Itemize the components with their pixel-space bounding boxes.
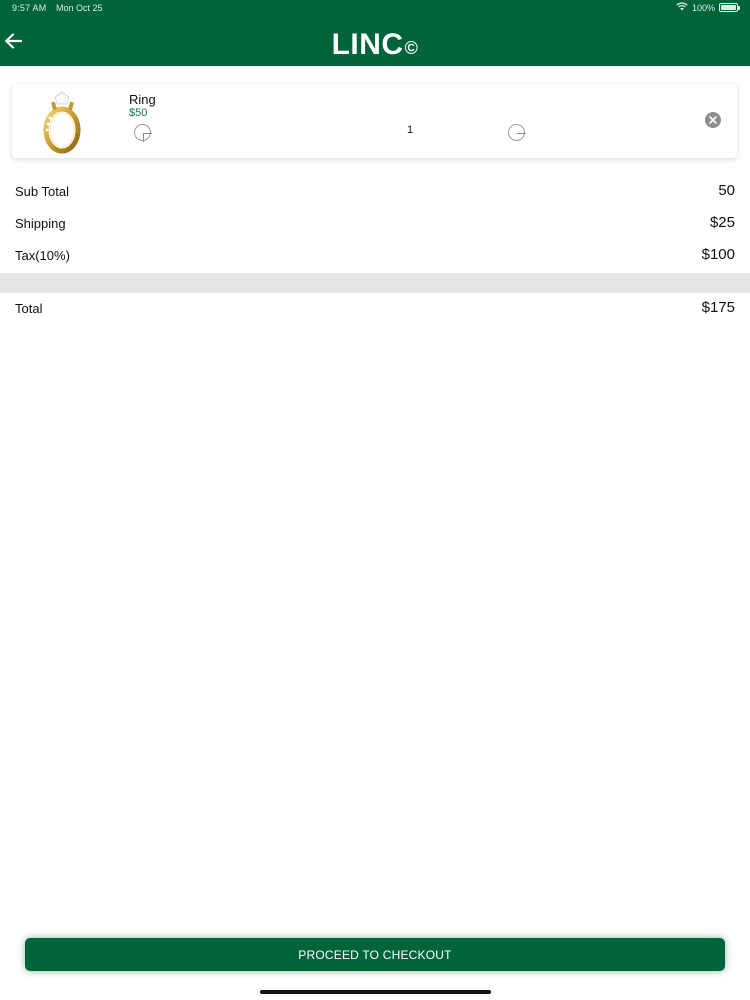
- gold-ring-image[interactable]: [34, 88, 94, 154]
- subtotal-value: 50: [718, 182, 735, 199]
- cart-page: 9:57 AM Mon Oct 25 100% LINC© Ring $50 1…: [0, 0, 750, 1000]
- quantity-value: 1: [407, 124, 414, 136]
- app-header: 9:57 AM Mon Oct 25 100% LINC©: [0, 0, 750, 66]
- increase-quantity-button[interactable]: [134, 124, 152, 142]
- proceed-to-checkout-button[interactable]: PROCEED TO CHECKOUT: [25, 938, 725, 971]
- checkout-button-label: PROCEED TO CHECKOUT: [298, 947, 452, 962]
- wifi-icon: [676, 2, 688, 13]
- subtotal-row: Sub Total 50: [0, 180, 750, 204]
- subtotal-label: Sub Total: [15, 184, 69, 199]
- app-title: LINC©: [0, 28, 750, 62]
- close-circle-icon: [709, 116, 717, 124]
- product-name: Ring: [129, 92, 156, 107]
- remove-item-button[interactable]: [705, 112, 721, 128]
- status-indicators: 100%: [676, 2, 740, 13]
- shipping-value: $25: [709, 214, 735, 231]
- app-title-text: LINC: [331, 28, 404, 61]
- product-price: $50: [129, 107, 148, 119]
- tax-value: $100: [701, 246, 735, 263]
- shipping-row: Shipping $25: [0, 212, 750, 236]
- battery-percent: 100%: [691, 2, 715, 13]
- total-label: Total: [15, 301, 43, 316]
- copyright-mark: ©: [404, 38, 419, 58]
- total-value: $175: [701, 299, 735, 316]
- tax-label: Tax(10%): [15, 248, 70, 263]
- status-time: 9:57 AM: [12, 3, 47, 13]
- total-row: Total $175: [0, 297, 750, 321]
- battery-icon: [719, 3, 740, 12]
- tax-row: Tax(10%) $100: [0, 244, 750, 268]
- status-date: Mon Oct 25: [56, 3, 103, 13]
- cart-item-card: Ring $50 1: [12, 84, 737, 158]
- summary-divider: [0, 273, 750, 293]
- decrease-quantity-button[interactable]: [508, 124, 526, 141]
- shipping-label: Shipping: [15, 216, 66, 231]
- home-indicator: [260, 990, 491, 994]
